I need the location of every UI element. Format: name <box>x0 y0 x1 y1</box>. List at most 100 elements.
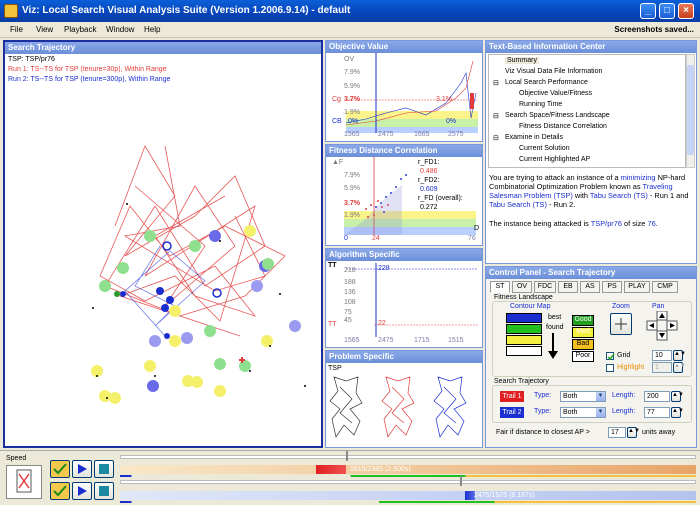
link-size[interactable]: 76 <box>647 219 655 228</box>
trail2-length-spinner[interactable]: ▲▼ <box>671 407 684 418</box>
grid-checkbox[interactable] <box>606 352 615 361</box>
contour-swatch-1[interactable] <box>506 313 542 323</box>
timeline-thumb-1[interactable] <box>346 451 348 461</box>
trail2-type-select[interactable]: Both ▼ <box>560 407 606 418</box>
as-ylabel-0: 218 <box>344 267 356 274</box>
run1-label: Run 1: TS--TS for TSP (tenure=30p), With… <box>8 66 167 73</box>
contour-swatch-4[interactable] <box>506 346 542 356</box>
stop-button-2[interactable] <box>94 482 114 500</box>
trail2-length-input[interactable]: 77 <box>644 407 670 418</box>
trail1-swatch[interactable]: Trail 1 <box>500 391 524 402</box>
info-paragraph-1: You are trying to attack an instance of … <box>489 173 693 209</box>
grid-label: Grid <box>617 352 631 359</box>
as-xlabel-2: 1715 <box>414 337 430 344</box>
play-icon <box>78 464 87 474</box>
speed-label: Speed <box>6 455 27 462</box>
menu-window[interactable]: Window <box>106 25 134 34</box>
menu-file[interactable]: File <box>10 25 23 34</box>
tree-item-fdc[interactable]: Fitness Distance Correlation <box>519 123 607 130</box>
fair-distance-spinner[interactable]: ▲▼ <box>627 427 640 438</box>
pan-control[interactable] <box>646 311 678 341</box>
timeline-track-2[interactable] <box>120 480 696 484</box>
tab-play[interactable]: PLAY <box>624 281 650 293</box>
stop-button-1[interactable] <box>94 460 114 478</box>
tree-item-summary[interactable]: Summary <box>505 57 539 64</box>
menu-help[interactable]: Help <box>144 25 160 34</box>
info-paragraph-2: The instance being attacked is TSP/pr76 … <box>489 219 693 228</box>
tab-ps[interactable]: PS <box>602 281 622 293</box>
as-ylabel-5: 45 <box>344 317 352 324</box>
tab-fdc[interactable]: FDC <box>534 281 556 293</box>
trail1-length-input[interactable]: 200 <box>644 391 670 402</box>
trail1-length-label: Length: <box>612 392 636 399</box>
link-instance[interactable]: TSP/pr76 <box>591 219 622 228</box>
run2-label: Run 2: TS--TS for TSP (tenure=300p), Wit… <box>8 76 171 83</box>
contour-map-label: Contour Map <box>510 303 551 310</box>
tree-item-performance[interactable]: Local Search Performance <box>505 79 588 86</box>
grade-good[interactable]: Good <box>572 315 594 326</box>
problem-specific-title: Problem Specific <box>326 351 482 363</box>
fdc-xlabel-0: 0 <box>344 235 348 242</box>
step-button-1[interactable] <box>50 460 70 478</box>
tab-st[interactable]: ST <box>490 281 510 293</box>
trajectory-canvas[interactable] <box>5 86 321 446</box>
zoom-control[interactable] <box>610 313 632 335</box>
link-tabu-search-2[interactable]: Tabu Search (TS) <box>489 200 547 209</box>
tree-item-data-file[interactable]: Viz Visual Data File Information <box>505 68 602 75</box>
info-center-panel: Text-Based Information Center Summary Vi… <box>485 40 697 264</box>
fair-distance-input[interactable]: 17 <box>608 427 626 438</box>
highlight-value-input[interactable]: 1 <box>652 362 672 373</box>
tree-scrollbar[interactable] <box>686 54 695 168</box>
menu-view[interactable]: View <box>36 25 53 34</box>
trail1-type-label: Type: <box>534 392 552 399</box>
menu-playback[interactable]: Playback <box>64 25 96 34</box>
tab-ov[interactable]: OV <box>512 281 532 293</box>
trail1-length-spinner[interactable]: ▲▼ <box>671 391 684 402</box>
play-button-2[interactable] <box>72 482 92 500</box>
timeline-track-1[interactable] <box>120 455 696 459</box>
objective-value-panel: Objective Value OV 7.9% 5.9% Cg 3.7% 3.1… <box>325 40 483 142</box>
tree-item-details[interactable]: Examine in Details <box>505 134 563 141</box>
units-away-label: units away <box>642 429 676 436</box>
found-label: found <box>546 324 564 331</box>
play-button-1[interactable] <box>72 460 92 478</box>
info-text: The instance being attacked is <box>489 219 591 228</box>
status-message: Screenshots saved... <box>614 25 694 34</box>
algorithm-specific-title: Algorithm Specific <box>326 249 482 261</box>
link-minimizing[interactable]: minimizing <box>621 173 656 182</box>
tree-expander-details[interactable]: ⊟ <box>493 134 499 142</box>
grid-value-input[interactable]: 10 <box>652 350 672 361</box>
timeline-thumb-2[interactable] <box>460 476 462 486</box>
close-button[interactable]: × <box>678 3 694 19</box>
step-button-2[interactable] <box>50 482 70 500</box>
trail2-swatch[interactable]: Trail 2 <box>500 407 524 418</box>
maximize-button[interactable]: □ <box>659 3 675 19</box>
minimize-button[interactable]: _ <box>640 3 656 19</box>
tab-cmp[interactable]: CMP <box>652 281 678 293</box>
highlight-checkbox[interactable] <box>606 364 614 372</box>
grade-med[interactable]: Med <box>572 327 594 338</box>
trail1-type-select[interactable]: Both ▼ <box>560 391 606 402</box>
fair-distance-label: Fair if distance to closest AP > <box>496 429 590 436</box>
tree-item-current-solution[interactable]: Current Solution <box>519 145 570 152</box>
fdc-ylabel-5: 1.9% <box>344 212 360 219</box>
contour-swatch-2[interactable] <box>506 324 542 334</box>
grid-spinner[interactable]: ▲▼ <box>673 350 686 361</box>
speed-control[interactable] <box>6 465 42 499</box>
tree-item-running-time[interactable]: Running Time <box>519 101 562 108</box>
tab-eb[interactable]: EB <box>558 281 578 293</box>
grade-bad[interactable]: Bad <box>572 339 594 350</box>
tree-item-highlighted-ap[interactable]: Current Highlighted AP <box>519 156 590 163</box>
tree-item-objective[interactable]: Objective Value/Fitness <box>519 90 592 97</box>
progress-track-2 <box>120 491 696 500</box>
highlight-spinner[interactable]: ▲▼ <box>673 362 686 373</box>
tree-item-landscape[interactable]: Search Space/Fitness Landscape <box>505 112 610 119</box>
tree-scrollbar-thumb[interactable] <box>687 65 694 155</box>
link-tabu-search-1[interactable]: Tabu Search (TS) <box>590 191 648 200</box>
grade-poor[interactable]: Poor <box>572 351 594 362</box>
tree-expander-landscape[interactable]: ⊟ <box>493 112 499 120</box>
tree-expander-performance[interactable]: ⊟ <box>493 79 499 87</box>
fdc-ylabel-3: 5.9% <box>344 185 360 192</box>
contour-swatch-3[interactable] <box>506 335 542 345</box>
tab-as[interactable]: AS <box>580 281 600 293</box>
